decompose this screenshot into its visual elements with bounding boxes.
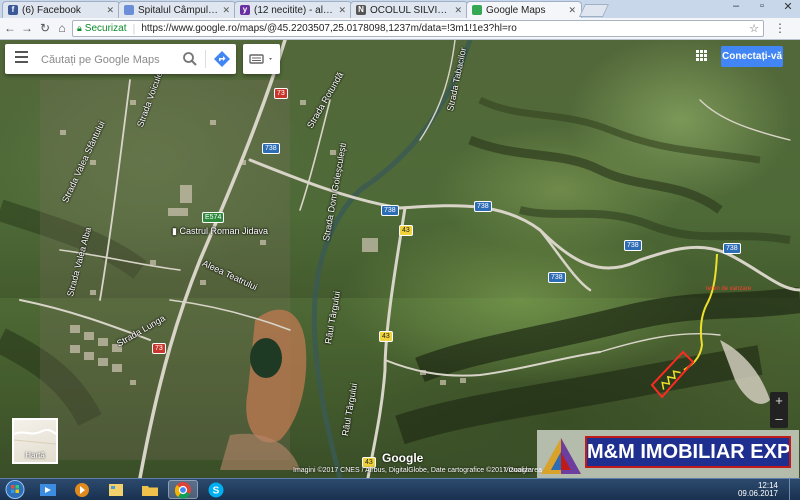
clock-date: 09.06.2017 — [737, 489, 778, 498]
tab-spitalul[interactable]: Spitalul Câmpulung – Un ✕ — [118, 1, 236, 18]
zoom-control: + – — [770, 392, 788, 428]
security-label: Securizat — [84, 23, 127, 34]
map-type-toggle[interactable]: Hartă — [12, 418, 58, 464]
search-input[interactable] — [39, 50, 183, 70]
lock-icon[interactable]: 🔒︎ — [77, 23, 82, 34]
window-controls: – ▫ ✕ — [728, 0, 796, 13]
road-shield: 73 — [152, 343, 166, 354]
maximize-icon[interactable]: ▫ — [754, 0, 770, 13]
zoom-in-button[interactable]: + — [770, 392, 788, 410]
divider — [205, 50, 206, 68]
tab-facebook[interactable]: f (6) Facebook ✕ — [2, 1, 120, 18]
google-logo: Google — [382, 451, 424, 465]
tab-strip: f (6) Facebook ✕ Spitalul Câmpulung – Un… — [0, 0, 800, 18]
layers-button[interactable] — [243, 44, 280, 74]
skype-icon: S — [208, 482, 224, 497]
paint-icon — [109, 483, 123, 496]
page-icon — [124, 5, 134, 15]
back-icon[interactable]: ← — [3, 21, 17, 35]
browser-toolbar: ← → ↻ ⌂ 🔒︎ Securizat | https://www.googl… — [0, 18, 800, 40]
folder-icon — [142, 485, 158, 496]
tab-title: OCOLUL SILVIC EXPERIM — [370, 4, 451, 16]
close-icon[interactable]: ✕ — [222, 5, 230, 16]
map-type-label: Hartă — [25, 451, 45, 460]
windows-start-icon[interactable] — [3, 479, 27, 500]
media-player-icon — [75, 482, 89, 497]
taskbar-skype[interactable]: S — [201, 480, 231, 499]
tab-mail[interactable]: y (12 necitite) - alexandru ✕ — [234, 1, 352, 18]
tab-title: (12 necitite) - alexandru — [254, 4, 335, 16]
tab-google-maps[interactable]: Google Maps ✕ — [466, 1, 582, 18]
search-icon[interactable] — [181, 50, 199, 68]
tab-title: Google Maps — [486, 4, 546, 16]
map-attribution: Imagini ©2017 CNES / Airbus, DigitalGlob… — [293, 467, 532, 474]
bookmark-star-icon[interactable]: ☆ — [749, 22, 759, 35]
close-icon[interactable]: ✕ — [454, 5, 462, 16]
parcel-label: teren de vanzare — [706, 286, 752, 292]
tab-title: (6) Facebook — [22, 4, 81, 16]
sign-in-button[interactable]: Conectați-vă — [721, 46, 783, 67]
new-tab-button[interactable] — [578, 4, 610, 17]
chrome-icon — [174, 481, 191, 499]
road-shield: 738 — [262, 143, 280, 154]
url-text[interactable]: https://www.google.ro/maps/@45.2203507,2… — [141, 23, 516, 34]
place-name: Castrul Roman Jidava — [179, 226, 269, 236]
close-window-icon[interactable]: ✕ — [780, 0, 796, 13]
menu-icon[interactable] — [15, 51, 28, 63]
quarry — [246, 309, 307, 443]
taskbar-chrome[interactable] — [168, 480, 198, 499]
forest-strip — [519, 206, 791, 244]
directions-icon[interactable] — [213, 50, 231, 68]
chrome-menu-icon[interactable]: ⋮ — [774, 21, 786, 35]
facebook-icon: f — [8, 5, 18, 15]
url-separator: | — [132, 22, 136, 35]
road-shield: 738 — [548, 272, 566, 283]
road-shield: 43 — [379, 331, 393, 342]
taskbar-media[interactable] — [67, 480, 97, 499]
svg-text:S: S — [213, 485, 220, 496]
maps-search-box — [5, 44, 236, 74]
zoom-out-button[interactable]: – — [770, 410, 788, 428]
map-overlay — [0, 40, 800, 478]
road-shield: E574 — [202, 212, 225, 223]
maps-icon — [472, 5, 482, 15]
taskbar-explorer[interactable] — [33, 480, 63, 499]
close-icon[interactable]: ✕ — [338, 5, 346, 16]
close-icon[interactable]: ✕ — [568, 5, 576, 16]
windows-taskbar: S 12:14 09.06.2017 — [0, 478, 800, 500]
home-icon[interactable]: ⌂ — [55, 21, 69, 35]
minimize-icon[interactable]: – — [728, 0, 744, 13]
tab-title: Spitalul Câmpulung – Un — [138, 4, 220, 16]
taskbar-paint[interactable] — [101, 480, 131, 499]
tab-ocolul[interactable]: N OCOLUL SILVIC EXPERIM ✕ — [350, 1, 468, 18]
show-desktop-button[interactable] — [789, 479, 800, 500]
apps-grid-icon[interactable] — [696, 50, 708, 62]
landmark-icon: ▮ — [172, 226, 177, 236]
place-label-castrul[interactable]: ▮ Castrul Roman Jidava — [172, 226, 268, 237]
close-icon[interactable]: ✕ — [106, 5, 114, 16]
forward-icon[interactable]: → — [20, 21, 34, 35]
company-name: M&M IMOBILIAR EXPERT — [585, 436, 791, 468]
explorer-icon — [40, 483, 56, 496]
road-shield: 73 — [274, 88, 288, 99]
system-clock[interactable]: 12:14 09.06.2017 — [738, 482, 778, 498]
road-shield: 738 — [723, 243, 741, 254]
page-icon: N — [356, 5, 366, 15]
road-shield: 738 — [474, 201, 492, 212]
road-shield: 43 — [399, 225, 413, 236]
lake — [250, 338, 282, 378]
reload-icon[interactable]: ↻ — [38, 21, 52, 35]
road-shield: 738 — [624, 240, 642, 251]
address-bar[interactable]: 🔒︎ Securizat | https://www.google.ro/map… — [72, 20, 764, 37]
mail-icon: y — [240, 5, 250, 15]
taskbar-folder[interactable] — [135, 480, 165, 499]
satellite-map[interactable]: Strada Valea Sfântului Strada Valea Alba… — [0, 40, 800, 478]
keyboard-icon — [249, 54, 272, 64]
road-shield: 738 — [381, 205, 399, 216]
